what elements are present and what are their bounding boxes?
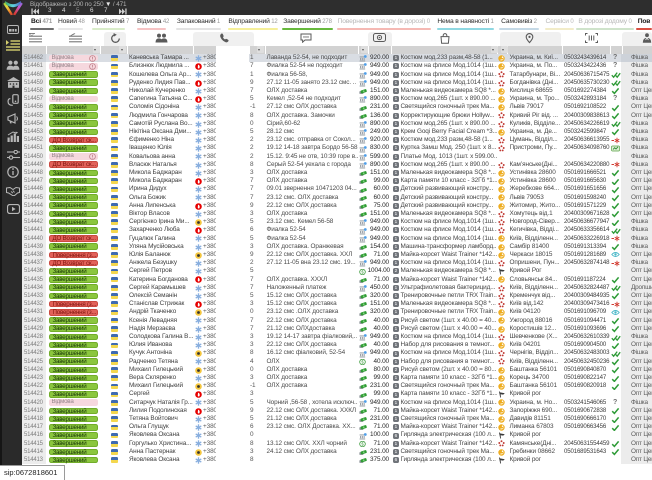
- svg-text:$: $: [361, 441, 364, 446]
- svg-text:$: $: [361, 269, 364, 274]
- svg-text:$: $: [361, 359, 364, 364]
